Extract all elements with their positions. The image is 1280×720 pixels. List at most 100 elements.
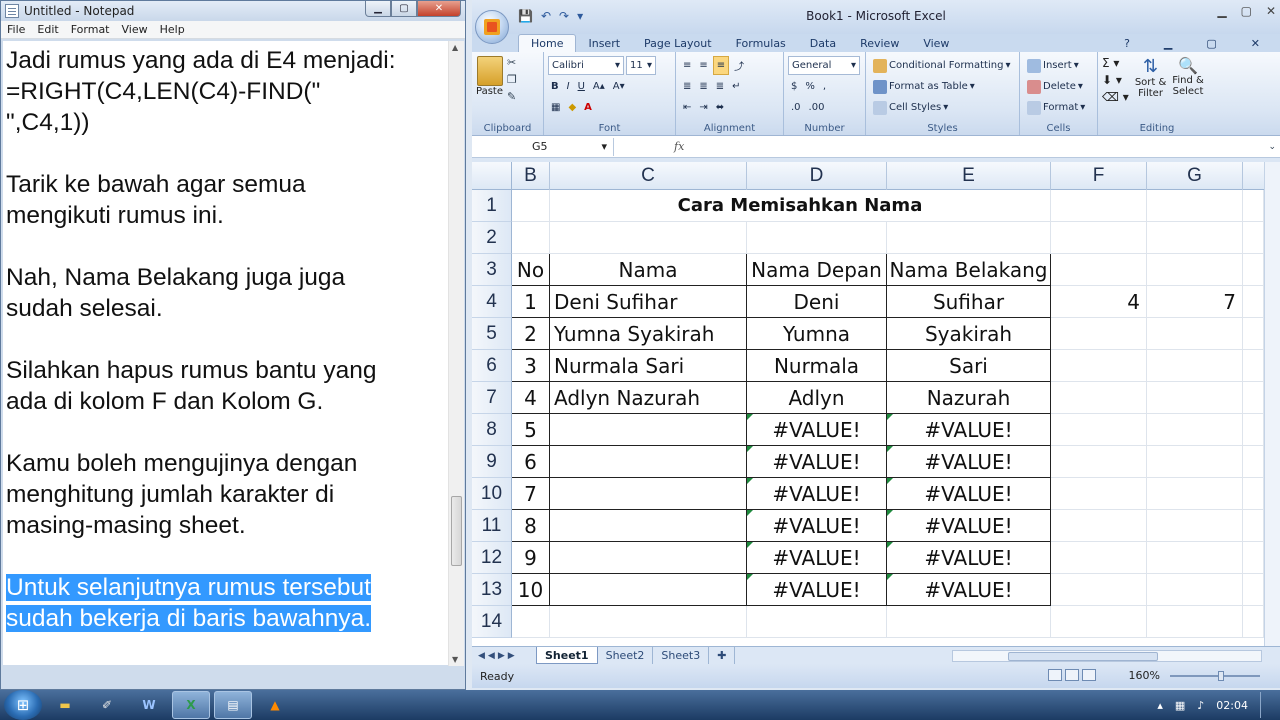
- font-color-icon[interactable]: A: [581, 98, 595, 117]
- cell[interactable]: [1243, 606, 1264, 638]
- col-header-f[interactable]: F: [1051, 162, 1147, 190]
- cell[interactable]: [1051, 510, 1147, 542]
- clear-icon[interactable]: ⌫ ▾: [1102, 90, 1129, 104]
- cell[interactable]: [1147, 222, 1243, 254]
- format-painter-icon[interactable]: ✎: [507, 90, 517, 103]
- paste-button[interactable]: Paste: [476, 56, 503, 103]
- nama-depan-cell[interactable]: Deni: [747, 286, 887, 318]
- col-header-b[interactable]: B: [512, 162, 550, 190]
- tab-insert[interactable]: Insert: [576, 35, 632, 52]
- expand-formula-icon[interactable]: ⌄: [1268, 142, 1276, 152]
- no-cell[interactable]: 2: [512, 318, 550, 350]
- underline-icon[interactable]: U: [575, 77, 588, 96]
- italic-icon[interactable]: I: [564, 77, 573, 96]
- orientation-icon[interactable]: ⤴: [731, 56, 747, 75]
- maximize-button[interactable]: ▢: [391, 1, 417, 17]
- no-cell[interactable]: 1: [512, 286, 550, 318]
- taskbar-word-icon[interactable]: W: [130, 691, 168, 719]
- nama-depan-cell[interactable]: Yumna: [747, 318, 887, 350]
- cell[interactable]: [1243, 190, 1264, 222]
- cell[interactable]: [1243, 350, 1264, 382]
- menu-file[interactable]: File: [1, 23, 31, 36]
- cell[interactable]: [1147, 382, 1243, 414]
- copy-icon[interactable]: ❐: [507, 73, 517, 86]
- increase-indent-icon[interactable]: ⇥: [696, 98, 710, 117]
- excel-close-button[interactable]: ✕: [1266, 4, 1276, 18]
- nama-depan-cell[interactable]: #VALUE!: [747, 478, 887, 510]
- comma-icon[interactable]: ,: [820, 77, 829, 96]
- cell[interactable]: [1147, 318, 1243, 350]
- align-left-icon[interactable]: ≣: [680, 77, 694, 96]
- format-cells-button[interactable]: Format ▾: [1024, 98, 1088, 117]
- cell[interactable]: [1051, 382, 1147, 414]
- nama-cell[interactable]: [550, 510, 747, 542]
- cell[interactable]: [1243, 254, 1264, 286]
- row-header[interactable]: 12: [472, 542, 512, 574]
- cell[interactable]: [1147, 606, 1243, 638]
- office-button[interactable]: [475, 10, 509, 44]
- sheet-tab-2[interactable]: Sheet2: [598, 647, 654, 664]
- page-layout-view-icon[interactable]: [1065, 669, 1079, 681]
- cell[interactable]: [1147, 542, 1243, 574]
- cell[interactable]: [1051, 222, 1147, 254]
- cell[interactable]: [1051, 254, 1147, 286]
- row-header[interactable]: 7: [472, 382, 512, 414]
- cell[interactable]: [887, 606, 1051, 638]
- network-icon[interactable]: ▦: [1175, 699, 1185, 712]
- nama-cell[interactable]: Adlyn Nazurah: [550, 382, 747, 414]
- nama-depan-cell[interactable]: Adlyn: [747, 382, 887, 414]
- cell[interactable]: [1051, 574, 1147, 606]
- horizontal-scrollbar[interactable]: [952, 650, 1262, 662]
- font-name-select[interactable]: Calibri ▾: [548, 56, 624, 75]
- menu-edit[interactable]: Edit: [31, 23, 64, 36]
- cell[interactable]: [1243, 478, 1264, 510]
- sheet-tab-3[interactable]: Sheet3: [653, 647, 710, 664]
- excel-titlebar[interactable]: 💾 ↶ ↷ ▾ Book1 - Microsoft Excel ▁ ▢ ✕: [472, 0, 1280, 44]
- sort-filter-button[interactable]: ⇅ Sort & Filter: [1135, 56, 1166, 104]
- scroll-up-icon[interactable]: ▲: [452, 43, 458, 52]
- ribbon-restore-icon[interactable]: ▢: [1194, 35, 1228, 52]
- nama-cell[interactable]: [550, 542, 747, 574]
- row-header[interactable]: 14: [472, 606, 512, 638]
- conditional-formatting-button[interactable]: Conditional Formatting ▾: [870, 56, 1013, 75]
- scrollbar-thumb[interactable]: [451, 496, 462, 566]
- cell[interactable]: [1243, 574, 1264, 606]
- clock[interactable]: 02:04: [1216, 699, 1248, 712]
- menu-help[interactable]: Help: [154, 23, 191, 36]
- wrap-text-icon[interactable]: ↵: [729, 77, 743, 96]
- normal-view-icon[interactable]: [1048, 669, 1062, 681]
- row-header[interactable]: 9: [472, 446, 512, 478]
- nama-cell[interactable]: [550, 446, 747, 478]
- row-header[interactable]: 6: [472, 350, 512, 382]
- workbook-close-icon[interactable]: ✕: [1239, 35, 1272, 52]
- scroll-down-icon[interactable]: ▼: [452, 655, 458, 664]
- minimize-button[interactable]: ▁: [365, 1, 391, 17]
- nama-depan-cell[interactable]: #VALUE!: [747, 510, 887, 542]
- borders-icon[interactable]: ▦: [548, 98, 563, 117]
- worksheet-grid[interactable]: B C D E F G 1 2 3 4 5 6 7 8 9 10 11 12 13 14 Cara Memi…: [472, 162, 1280, 646]
- no-cell[interactable]: 4: [512, 382, 550, 414]
- excel-maximize-button[interactable]: ▢: [1241, 4, 1252, 18]
- bold-icon[interactable]: B: [548, 77, 562, 96]
- nama-cell[interactable]: [550, 574, 747, 606]
- delete-cells-button[interactable]: Delete ▾: [1024, 77, 1086, 96]
- nama-depan-cell[interactable]: #VALUE!: [747, 574, 887, 606]
- excel-minimize-button[interactable]: ▁: [1217, 4, 1226, 18]
- col-header-c[interactable]: C: [550, 162, 747, 190]
- font-size-select[interactable]: 11 ▾: [626, 56, 656, 75]
- insert-cells-button[interactable]: Insert ▾: [1024, 56, 1082, 75]
- nama-belakang-cell[interactable]: #VALUE!: [887, 446, 1051, 478]
- table-header-cell[interactable]: No: [512, 254, 550, 286]
- no-cell[interactable]: 8: [512, 510, 550, 542]
- tab-page-layout[interactable]: Page Layout: [632, 35, 724, 52]
- nama-belakang-cell[interactable]: #VALUE!: [887, 574, 1051, 606]
- excel-vertical-scrollbar[interactable]: [1264, 162, 1280, 646]
- zoom-slider[interactable]: [1170, 671, 1260, 681]
- cell[interactable]: [1051, 190, 1147, 222]
- cell[interactable]: [1243, 318, 1264, 350]
- merge-center-icon[interactable]: ⬌: [713, 98, 727, 117]
- start-button[interactable]: ⊞: [4, 690, 42, 720]
- nama-belakang-cell[interactable]: #VALUE!: [887, 414, 1051, 446]
- row-header[interactable]: 2: [472, 222, 512, 254]
- nama-belakang-cell[interactable]: Nazurah: [887, 382, 1051, 414]
